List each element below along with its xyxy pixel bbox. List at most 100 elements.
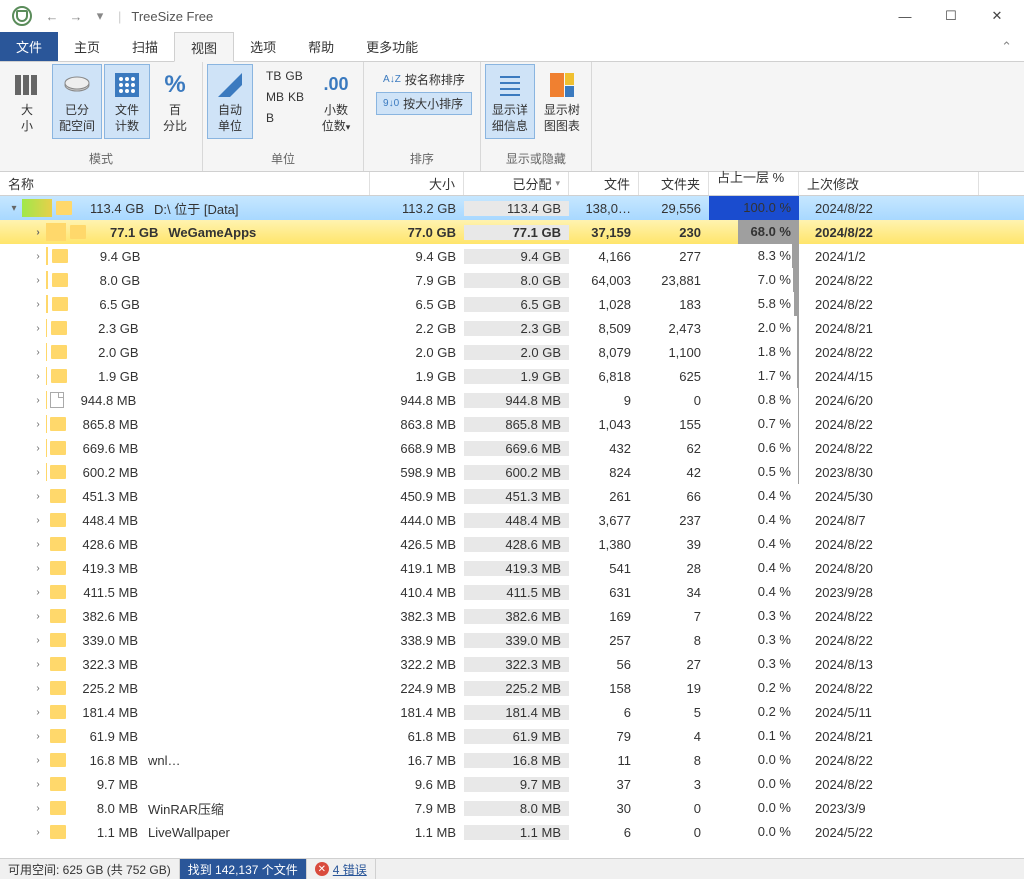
expand-toggle[interactable]: › (30, 443, 46, 454)
expand-toggle[interactable]: › (30, 611, 46, 622)
dropdown-history-button[interactable]: ▾ (88, 4, 112, 28)
ribbon-group-label: 排序 (368, 150, 476, 169)
expand-toggle[interactable]: › (30, 395, 46, 406)
tree-row[interactable]: ›428.6 MB426.5 MB428.6 MB1,380390.4 %202… (0, 532, 1024, 556)
maximize-button[interactable]: ☐ (928, 0, 974, 32)
expand-toggle[interactable]: › (30, 419, 46, 430)
expand-toggle[interactable]: › (30, 707, 46, 718)
expand-toggle[interactable]: › (30, 635, 46, 646)
expand-toggle[interactable]: › (30, 755, 46, 766)
sort-by-name-button[interactable]: A↓Z按名称排序 (376, 68, 472, 91)
tree-row[interactable]: ›382.6 MB382.3 MB382.6 MB16970.3 %2024/8… (0, 604, 1024, 628)
tree-row[interactable]: ›2.3 GB2.2 GB2.3 GB8,5092,4732.0 %2024/8… (0, 316, 1024, 340)
expand-toggle[interactable]: › (30, 659, 46, 670)
tree-row[interactable]: ›1.9 GB1.9 GB1.9 GB6,8186251.7 %2024/4/1… (0, 364, 1024, 388)
expand-toggle[interactable]: › (30, 275, 46, 286)
tree-row[interactable]: ›419.3 MB419.1 MB419.3 MB541280.4 %2024/… (0, 556, 1024, 580)
unit-tb-button[interactable]: TB GB (259, 66, 311, 86)
expand-toggle[interactable]: › (30, 515, 46, 526)
tree-row[interactable]: ›8.0 MBWinRAR压缩7.9 MB8.0 MB3000.0 %2023/… (0, 796, 1024, 820)
folder-icon (50, 777, 66, 791)
item-name: wnl… (148, 753, 181, 768)
status-errors[interactable]: ✕4 错误 (307, 859, 376, 879)
back-button[interactable]: ← (40, 4, 64, 28)
expand-toggle[interactable]: › (30, 491, 46, 502)
forward-button[interactable]: → (64, 4, 88, 28)
tree-row[interactable]: ›181.4 MB181.4 MB181.4 MB650.2 %2024/5/1… (0, 700, 1024, 724)
size-label: 2.0 GB (73, 345, 139, 360)
tree-row[interactable]: ›600.2 MB598.9 MB600.2 MB824420.5 %2023/… (0, 460, 1024, 484)
expand-toggle[interactable]: › (30, 251, 46, 262)
tree-row[interactable]: ›6.5 GB6.5 GB6.5 GB1,0281835.8 %2024/8/2… (0, 292, 1024, 316)
expand-toggle[interactable]: › (30, 467, 46, 478)
errors-link[interactable]: 4 错误 (333, 861, 367, 878)
tab-scan[interactable]: 扫描 (116, 32, 174, 61)
tab-help[interactable]: 帮助 (292, 32, 350, 61)
tree-row[interactable]: ›61.9 MB61.8 MB61.9 MB7940.1 %2024/8/21 (0, 724, 1024, 748)
tree-row[interactable]: ›322.3 MB322.2 MB322.3 MB56270.3 %2024/8… (0, 652, 1024, 676)
tree-row[interactable]: ›225.2 MB224.9 MB225.2 MB158190.2 %2024/… (0, 676, 1024, 700)
unit-b-button[interactable]: B (259, 108, 311, 128)
tree-row[interactable]: ›2.0 GB2.0 GB2.0 GB8,0791,1001.8 %2024/8… (0, 340, 1024, 364)
mode-filecount-button[interactable]: 文件 计数 (104, 64, 150, 139)
tree-row[interactable]: ›77.1 GBWeGameApps77.0 GB77.1 GB37,15923… (0, 220, 1024, 244)
expand-toggle[interactable]: › (30, 587, 46, 598)
col-files[interactable]: 文件 (569, 172, 639, 195)
tree-row[interactable]: ›669.6 MB668.9 MB669.6 MB432620.6 %2024/… (0, 436, 1024, 460)
tree-row[interactable]: ›9.4 GB9.4 GB9.4 GB4,1662778.3 %2024/1/2 (0, 244, 1024, 268)
tree-row[interactable]: ›451.3 MB450.9 MB451.3 MB261660.4 %2024/… (0, 484, 1024, 508)
expand-toggle[interactable]: ▾ (6, 203, 22, 214)
expand-toggle[interactable]: › (30, 731, 46, 742)
show-treemap-button[interactable]: 显示树 图图表 (537, 64, 587, 139)
minimize-button[interactable]: — (882, 0, 928, 32)
tree-row[interactable]: ▾113.4 GBD:\ 位于 [Data]113.2 GB113.4 GB13… (0, 196, 1024, 220)
expand-toggle[interactable]: › (30, 779, 46, 790)
collapse-ribbon-button[interactable]: ⌃ (989, 32, 1024, 61)
tab-more[interactable]: 更多功能 (350, 32, 434, 61)
tree-row[interactable]: ›8.0 GB7.9 GB8.0 GB64,00323,8817.0 %2024… (0, 268, 1024, 292)
tree-grid[interactable]: ▾113.4 GBD:\ 位于 [Data]113.2 GB113.4 GB13… (0, 196, 1024, 858)
expand-toggle[interactable]: › (30, 803, 46, 814)
sort-by-size-button[interactable]: 9↓0按大小排序 (376, 92, 472, 115)
tree-row[interactable]: ›339.0 MB338.9 MB339.0 MB25780.3 %2024/8… (0, 628, 1024, 652)
col-name[interactable]: 名称 (0, 172, 370, 195)
percent-text: 0.4 % (758, 508, 791, 532)
percent-text: 0.3 % (758, 628, 791, 652)
expand-toggle[interactable]: › (30, 827, 46, 838)
close-button[interactable]: ✕ (974, 0, 1020, 32)
col-allocated[interactable]: 已分配 (464, 172, 569, 195)
tab-options[interactable]: 选项 (234, 32, 292, 61)
expand-toggle[interactable]: › (30, 683, 46, 694)
expand-toggle[interactable]: › (30, 227, 46, 238)
size-label: 77.1 GB (92, 225, 158, 240)
tree-row[interactable]: ›411.5 MB410.4 MB411.5 MB631340.4 %2023/… (0, 580, 1024, 604)
mode-size-button[interactable]: 大 小 (4, 64, 50, 139)
expand-toggle[interactable]: › (30, 323, 46, 334)
col-folders[interactable]: 文件夹 (639, 172, 709, 195)
tree-row[interactable]: ›9.7 MB9.6 MB9.7 MB3730.0 %2024/8/22 (0, 772, 1024, 796)
tab-home[interactable]: 主页 (58, 32, 116, 61)
tree-row[interactable]: ›944.8 MB944.8 MB944.8 MB900.8 %2024/6/2… (0, 388, 1024, 412)
col-percent[interactable]: 占上一层 % ... (709, 172, 799, 195)
expand-toggle[interactable]: › (30, 563, 46, 574)
tree-row[interactable]: ›1.1 MBLiveWallpaper1.1 MB1.1 MB600.0 %2… (0, 820, 1024, 844)
col-modified[interactable]: 上次修改 (799, 172, 979, 195)
expand-toggle[interactable]: › (30, 299, 46, 310)
decimal-button[interactable]: .00小数 位数▾ (313, 64, 359, 139)
unit-mb-button[interactable]: MB KB (259, 87, 311, 107)
size-label: 61.9 MB (72, 729, 138, 744)
tab-file[interactable]: 文件 (0, 32, 58, 61)
expand-toggle[interactable]: › (30, 539, 46, 550)
mode-percent-button[interactable]: %百 分比 (152, 64, 198, 139)
unit-auto-button[interactable]: 自动 单位 (207, 64, 253, 139)
tab-view[interactable]: 视图 (174, 32, 234, 62)
tree-row[interactable]: ›865.8 MB863.8 MB865.8 MB1,0431550.7 %20… (0, 412, 1024, 436)
tree-row[interactable]: ›16.8 MBwnl…16.7 MB16.8 MB1180.0 %2024/8… (0, 748, 1024, 772)
tree-row[interactable]: ›448.4 MB444.0 MB448.4 MB3,6772370.4 %20… (0, 508, 1024, 532)
expand-toggle[interactable]: › (30, 371, 46, 382)
grid-icon (111, 69, 143, 101)
show-details-button[interactable]: 显示详 细信息 (485, 64, 535, 139)
col-size[interactable]: 大小 (370, 172, 464, 195)
mode-allocated-button[interactable]: 已分 配空间 (52, 64, 102, 139)
expand-toggle[interactable]: › (30, 347, 46, 358)
